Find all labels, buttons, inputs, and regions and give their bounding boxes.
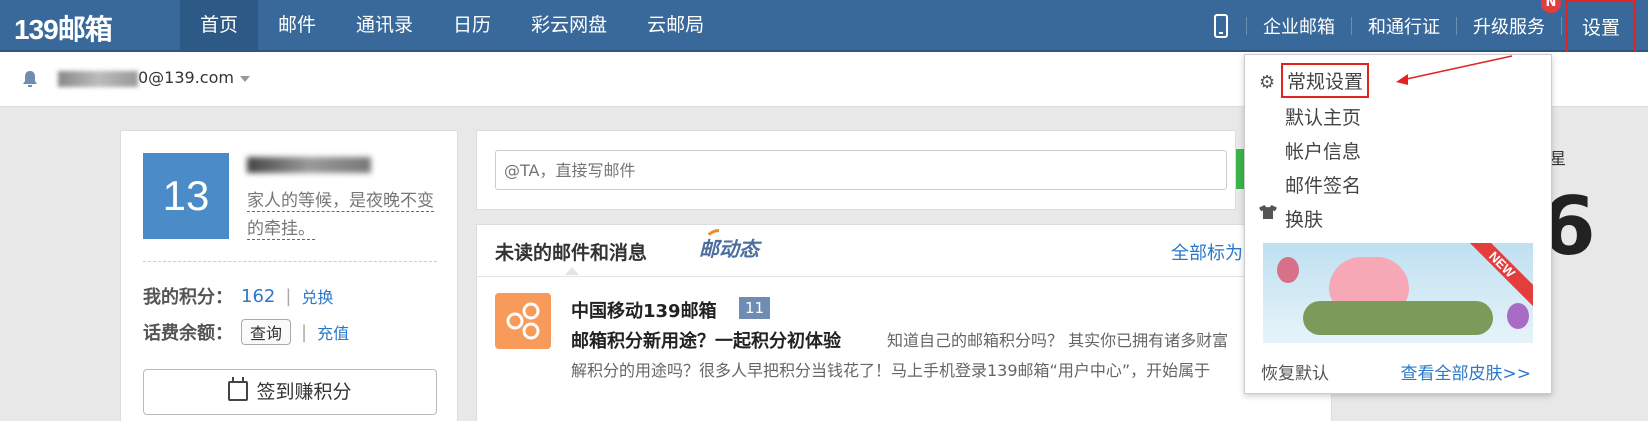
message-preview: 知道自己的邮箱积分吗？ 其实你已拥有诸多财富 xyxy=(887,331,1229,350)
share-nodes-icon xyxy=(495,293,551,349)
unread-count-badge: 11 xyxy=(739,297,771,319)
checkin-label: 签到赚积分 xyxy=(256,381,352,403)
change-skin-item[interactable]: 换肤 xyxy=(1285,205,1323,232)
mobile-phone-icon[interactable] xyxy=(1213,14,1228,38)
nav-cloud-drive[interactable]: 彩云网盘 xyxy=(511,0,627,50)
separator xyxy=(1455,17,1457,35)
separator xyxy=(1245,17,1247,35)
separator: | xyxy=(285,285,292,307)
messages-title[interactable]: 未读的邮件和消息 xyxy=(495,238,647,265)
nav-contacts[interactable]: 通讯录 xyxy=(336,0,433,50)
divider xyxy=(143,261,437,262)
app-logo[interactable]: 139邮箱 xyxy=(14,8,113,48)
skin-banner-image[interactable]: NEW xyxy=(1263,243,1533,343)
tab-indicator xyxy=(565,267,579,275)
points-row: 我的积分： 162 | 兑换 xyxy=(143,283,333,309)
signature-text: 家人的等候，是夜晚不变的牵挂。 xyxy=(247,191,434,240)
upgrade-service-link[interactable]: 升级服务 N xyxy=(1461,0,1561,39)
header-right-links: 企业邮箱 和通行证 升级服务 N 设置 xyxy=(1213,0,1648,58)
main-nav: 首页 邮件 通讯录 日历 彩云网盘 云邮局 xyxy=(180,0,724,52)
chevron-down-icon xyxy=(239,75,250,82)
balance-label: 话费余额： xyxy=(143,323,233,344)
signature[interactable]: 家人的等候，是夜晚不变的牵挂。 xyxy=(247,187,437,243)
message-sender[interactable]: 中国移动139邮箱 xyxy=(571,297,717,323)
level-avatar[interactable]: 13 xyxy=(143,153,229,239)
quick-compose-input[interactable] xyxy=(495,150,1227,190)
calendar-check-icon xyxy=(228,377,249,401)
account-info-item[interactable]: 帐户信息 xyxy=(1285,137,1361,164)
quick-compose-card xyxy=(476,130,1236,210)
separator: | xyxy=(301,321,308,343)
unread-messages-card: 未读的邮件和消息 邮动态 全部标为 中国移动139邮箱 11 邮箱积分新用途？一… xyxy=(476,224,1332,421)
gear-icon: ⚙ xyxy=(1259,72,1276,93)
balloon-image xyxy=(1277,257,1299,283)
restore-default-link[interactable]: 恢复默认 xyxy=(1261,359,1329,384)
upgrade-service-label: 升级服务 xyxy=(1472,17,1545,38)
general-settings-item[interactable]: 常规设置 xyxy=(1281,63,1370,98)
new-ribbon: NEW xyxy=(1457,243,1533,309)
messages-header: 未读的邮件和消息 邮动态 全部标为 xyxy=(477,225,1331,277)
mark-all-read-link[interactable]: 全部标为 xyxy=(1171,239,1243,265)
right-panel-peek-text: 星 xyxy=(1550,149,1567,168)
message-preview-line-2: 解积分的用途吗？很多人早把积分当钱花了！马上手机登录139邮箱“用户中心”，开始… xyxy=(571,361,1211,380)
points-label: 我的积分： xyxy=(143,287,233,308)
shirt-icon xyxy=(1259,205,1277,219)
view-all-skins-link[interactable]: 查看全部皮肤>> xyxy=(1401,359,1532,384)
separator xyxy=(1560,17,1562,35)
separator xyxy=(1350,17,1352,35)
settings-button[interactable]: 设置 xyxy=(1565,0,1636,58)
exchange-link[interactable]: 兑换 xyxy=(301,284,333,308)
nav-mail[interactable]: 邮件 xyxy=(258,0,336,50)
message-subject[interactable]: 邮箱积分新用途？一起积分初体验 xyxy=(571,327,841,353)
plane-image xyxy=(1303,301,1493,335)
profile-card: 13 家人的等候，是夜晚不变的牵挂。 我的积分： 162 | 兑换 话费余额： … xyxy=(120,130,458,421)
hetong-pass-link[interactable]: 和通行证 xyxy=(1356,13,1452,39)
balance-row: 话费余额： 查询 | 充值 xyxy=(143,319,349,345)
query-button[interactable]: 查询 xyxy=(241,319,292,345)
balloon-image xyxy=(1507,303,1529,329)
settings-dropdown: ⚙ 常规设置 默认主页 帐户信息 邮件签名 换肤 NEW 恢复默认 查看全部皮肤… xyxy=(1244,54,1552,394)
redacted-username xyxy=(247,157,371,173)
recharge-link[interactable]: 充值 xyxy=(317,320,349,344)
new-badge: N xyxy=(1540,0,1561,13)
checkin-button[interactable]: 签到赚积分 xyxy=(143,369,437,415)
enterprise-mail-link[interactable]: 企业邮箱 xyxy=(1251,13,1347,39)
mail-signature-item[interactable]: 邮件签名 xyxy=(1285,171,1361,198)
account-switcher[interactable]: 0@139.com xyxy=(58,68,250,87)
bell-icon[interactable] xyxy=(20,69,40,89)
default-homepage-item[interactable]: 默认主页 xyxy=(1285,103,1361,130)
account-email-suffix: 0@139.com xyxy=(138,68,234,87)
nav-calendar[interactable]: 日历 xyxy=(433,0,511,50)
top-bar: 139邮箱 首页 邮件 通讯录 日历 彩云网盘 云邮局 企业邮箱 和通行证 升级… xyxy=(0,0,1648,58)
mail-dynamics-tab[interactable]: 邮动态 xyxy=(699,233,759,262)
points-value[interactable]: 162 xyxy=(241,286,275,307)
redacted-account-name xyxy=(58,70,138,87)
nav-home[interactable]: 首页 xyxy=(180,0,259,50)
nav-cloud-post[interactable]: 云邮局 xyxy=(627,0,724,50)
